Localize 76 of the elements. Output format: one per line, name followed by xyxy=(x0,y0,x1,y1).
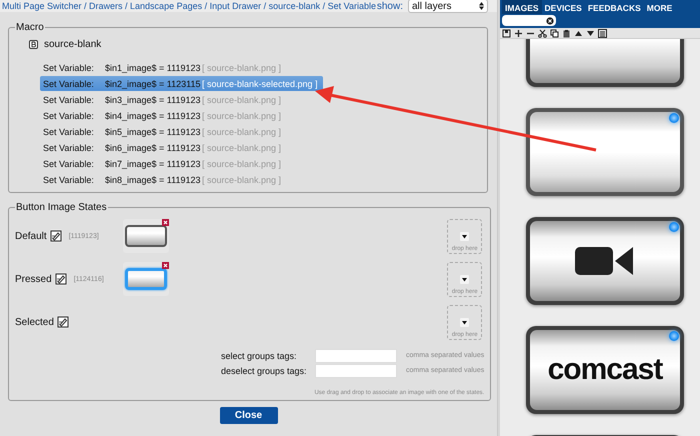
show-label: show: xyxy=(376,0,403,12)
library-tab[interactable]: IMAGES xyxy=(502,0,542,14)
edit-icon[interactable] xyxy=(50,230,62,242)
image-file-name: [ source-blank.png ] xyxy=(202,174,282,184)
up-arrow-icon[interactable] xyxy=(574,28,583,38)
updown-icon xyxy=(479,2,484,10)
library-tab[interactable]: MORE xyxy=(644,0,676,14)
field-label: deselect groups tags: xyxy=(221,366,308,376)
remove-icon[interactable] xyxy=(162,219,169,226)
step-label: Set Variable: xyxy=(43,110,95,120)
state-label: Pressed xyxy=(15,274,52,284)
image-file-name: [ source-blank.png ] xyxy=(202,62,282,72)
remove-icon[interactable] xyxy=(162,262,169,269)
field-label: select groups tags: xyxy=(221,350,298,360)
step-label: Set Variable: xyxy=(43,126,95,136)
add-icon[interactable] xyxy=(514,28,523,38)
tags-field[interactable] xyxy=(315,364,397,378)
button-image-thumbnail xyxy=(125,225,167,247)
variable-assignment: $in7_image$ = 1119123 xyxy=(105,158,202,168)
search-field[interactable] xyxy=(502,15,556,26)
variable-assignment: $in4_image$ = 1119123 xyxy=(105,110,202,120)
macro-icon xyxy=(29,40,38,49)
macro-step-row[interactable]: Set Variable: $in7_image$ = 1119123 [ source-blank.png ] xyxy=(40,156,323,171)
layer-select[interactable]: all layers xyxy=(408,0,488,13)
image-file-name: [ source-blank.png ] xyxy=(202,94,282,104)
variable-assignment: $in1_image$ = 1119123 xyxy=(105,62,202,72)
down-arrow-icon[interactable] xyxy=(586,28,595,38)
step-label: Set Variable: xyxy=(43,62,95,72)
image-file-name: [ source-blank.png ] xyxy=(202,126,282,136)
dropdown-icon[interactable] xyxy=(460,274,470,284)
button-image-tile[interactable] xyxy=(526,217,684,305)
macro-step-row[interactable]: Set Variable: $in1_image$ = 1119123 [ source-blank.png ] xyxy=(40,60,323,75)
tags-field[interactable] xyxy=(315,348,397,362)
variable-assignment: $in2_image$ = 1123115 xyxy=(105,78,202,88)
edit-icon[interactable] xyxy=(56,316,69,328)
macro-step-row[interactable]: Set Variable: $in4_image$ = 1119123 [ source-blank.png ] xyxy=(40,108,323,123)
variable-assignment: $in6_image$ = 1119123 xyxy=(105,142,202,152)
macro-name: source-blank xyxy=(44,39,102,50)
section-title: Macro xyxy=(15,22,45,33)
step-label: Set Variable: xyxy=(43,94,95,104)
variable-assignment: $in8_image$ = 1119123 xyxy=(105,174,202,184)
list-icon[interactable] xyxy=(598,28,607,38)
image-file-name: [ source-blank-selected.png ] xyxy=(202,78,318,88)
library-tab[interactable]: FEEDBACKS xyxy=(584,0,644,14)
save-icon[interactable] xyxy=(502,28,511,38)
paste-icon[interactable] xyxy=(562,28,571,38)
button-image-tile[interactable]: comcast xyxy=(526,326,684,414)
macro-step-row[interactable]: Set Variable: $in8_image$ = 1119123 [ source-blank.png ] xyxy=(40,172,323,187)
state-label: Default xyxy=(15,230,47,242)
variable-assignment: $in3_image$ = 1119123 xyxy=(105,94,202,104)
step-label: Set Variable: xyxy=(43,174,95,184)
logo-text: comcast xyxy=(548,353,662,387)
copy-icon[interactable] xyxy=(550,28,559,38)
dropdown-icon[interactable] xyxy=(460,232,470,240)
step-label: Set Variable: xyxy=(43,158,95,168)
step-label: Set Variable: xyxy=(43,78,95,88)
macro-step-row[interactable]: Set Variable: $in6_image$ = 1119123 [ source-blank.png ] xyxy=(40,140,323,155)
library-tab[interactable]: DEVICES xyxy=(542,0,585,14)
edit-icon[interactable] xyxy=(54,273,67,285)
step-label: Set Variable: xyxy=(43,142,95,152)
button-image-thumbnail xyxy=(125,268,167,290)
macro-step-row[interactable]: Set Variable: $in3_image$ = 1119123 [ source-blank.png ] xyxy=(40,92,323,107)
macro-step-row[interactable]: Set Variable: $in2_image$ = 1123115 [ source-blank-selected.png ] xyxy=(40,76,323,91)
image-file-name: [ source-blank.png ] xyxy=(202,142,282,152)
breadcrumb[interactable]: Multi Page Switcher / Drawers / Landscape Pages / Input Drawer / source-blank / Set Variable xyxy=(2,1,376,11)
image-file-name: [ source-blank.png ] xyxy=(202,158,282,168)
close-button[interactable]: Close xyxy=(220,407,278,424)
section-title: Button Image States xyxy=(15,202,108,213)
variable-assignment: $in5_image$ = 1119123 xyxy=(105,126,202,136)
state-label: Selected xyxy=(15,316,54,328)
button-image-tile[interactable] xyxy=(526,108,684,196)
cut-icon[interactable] xyxy=(538,28,547,38)
dropdown-icon[interactable] xyxy=(460,318,470,326)
clear-icon[interactable] xyxy=(546,16,554,24)
macro-step-row[interactable]: Set Variable: $in5_image$ = 1119123 [ source-blank.png ] xyxy=(40,124,323,139)
image-file-name: [ source-blank.png ] xyxy=(202,110,282,120)
